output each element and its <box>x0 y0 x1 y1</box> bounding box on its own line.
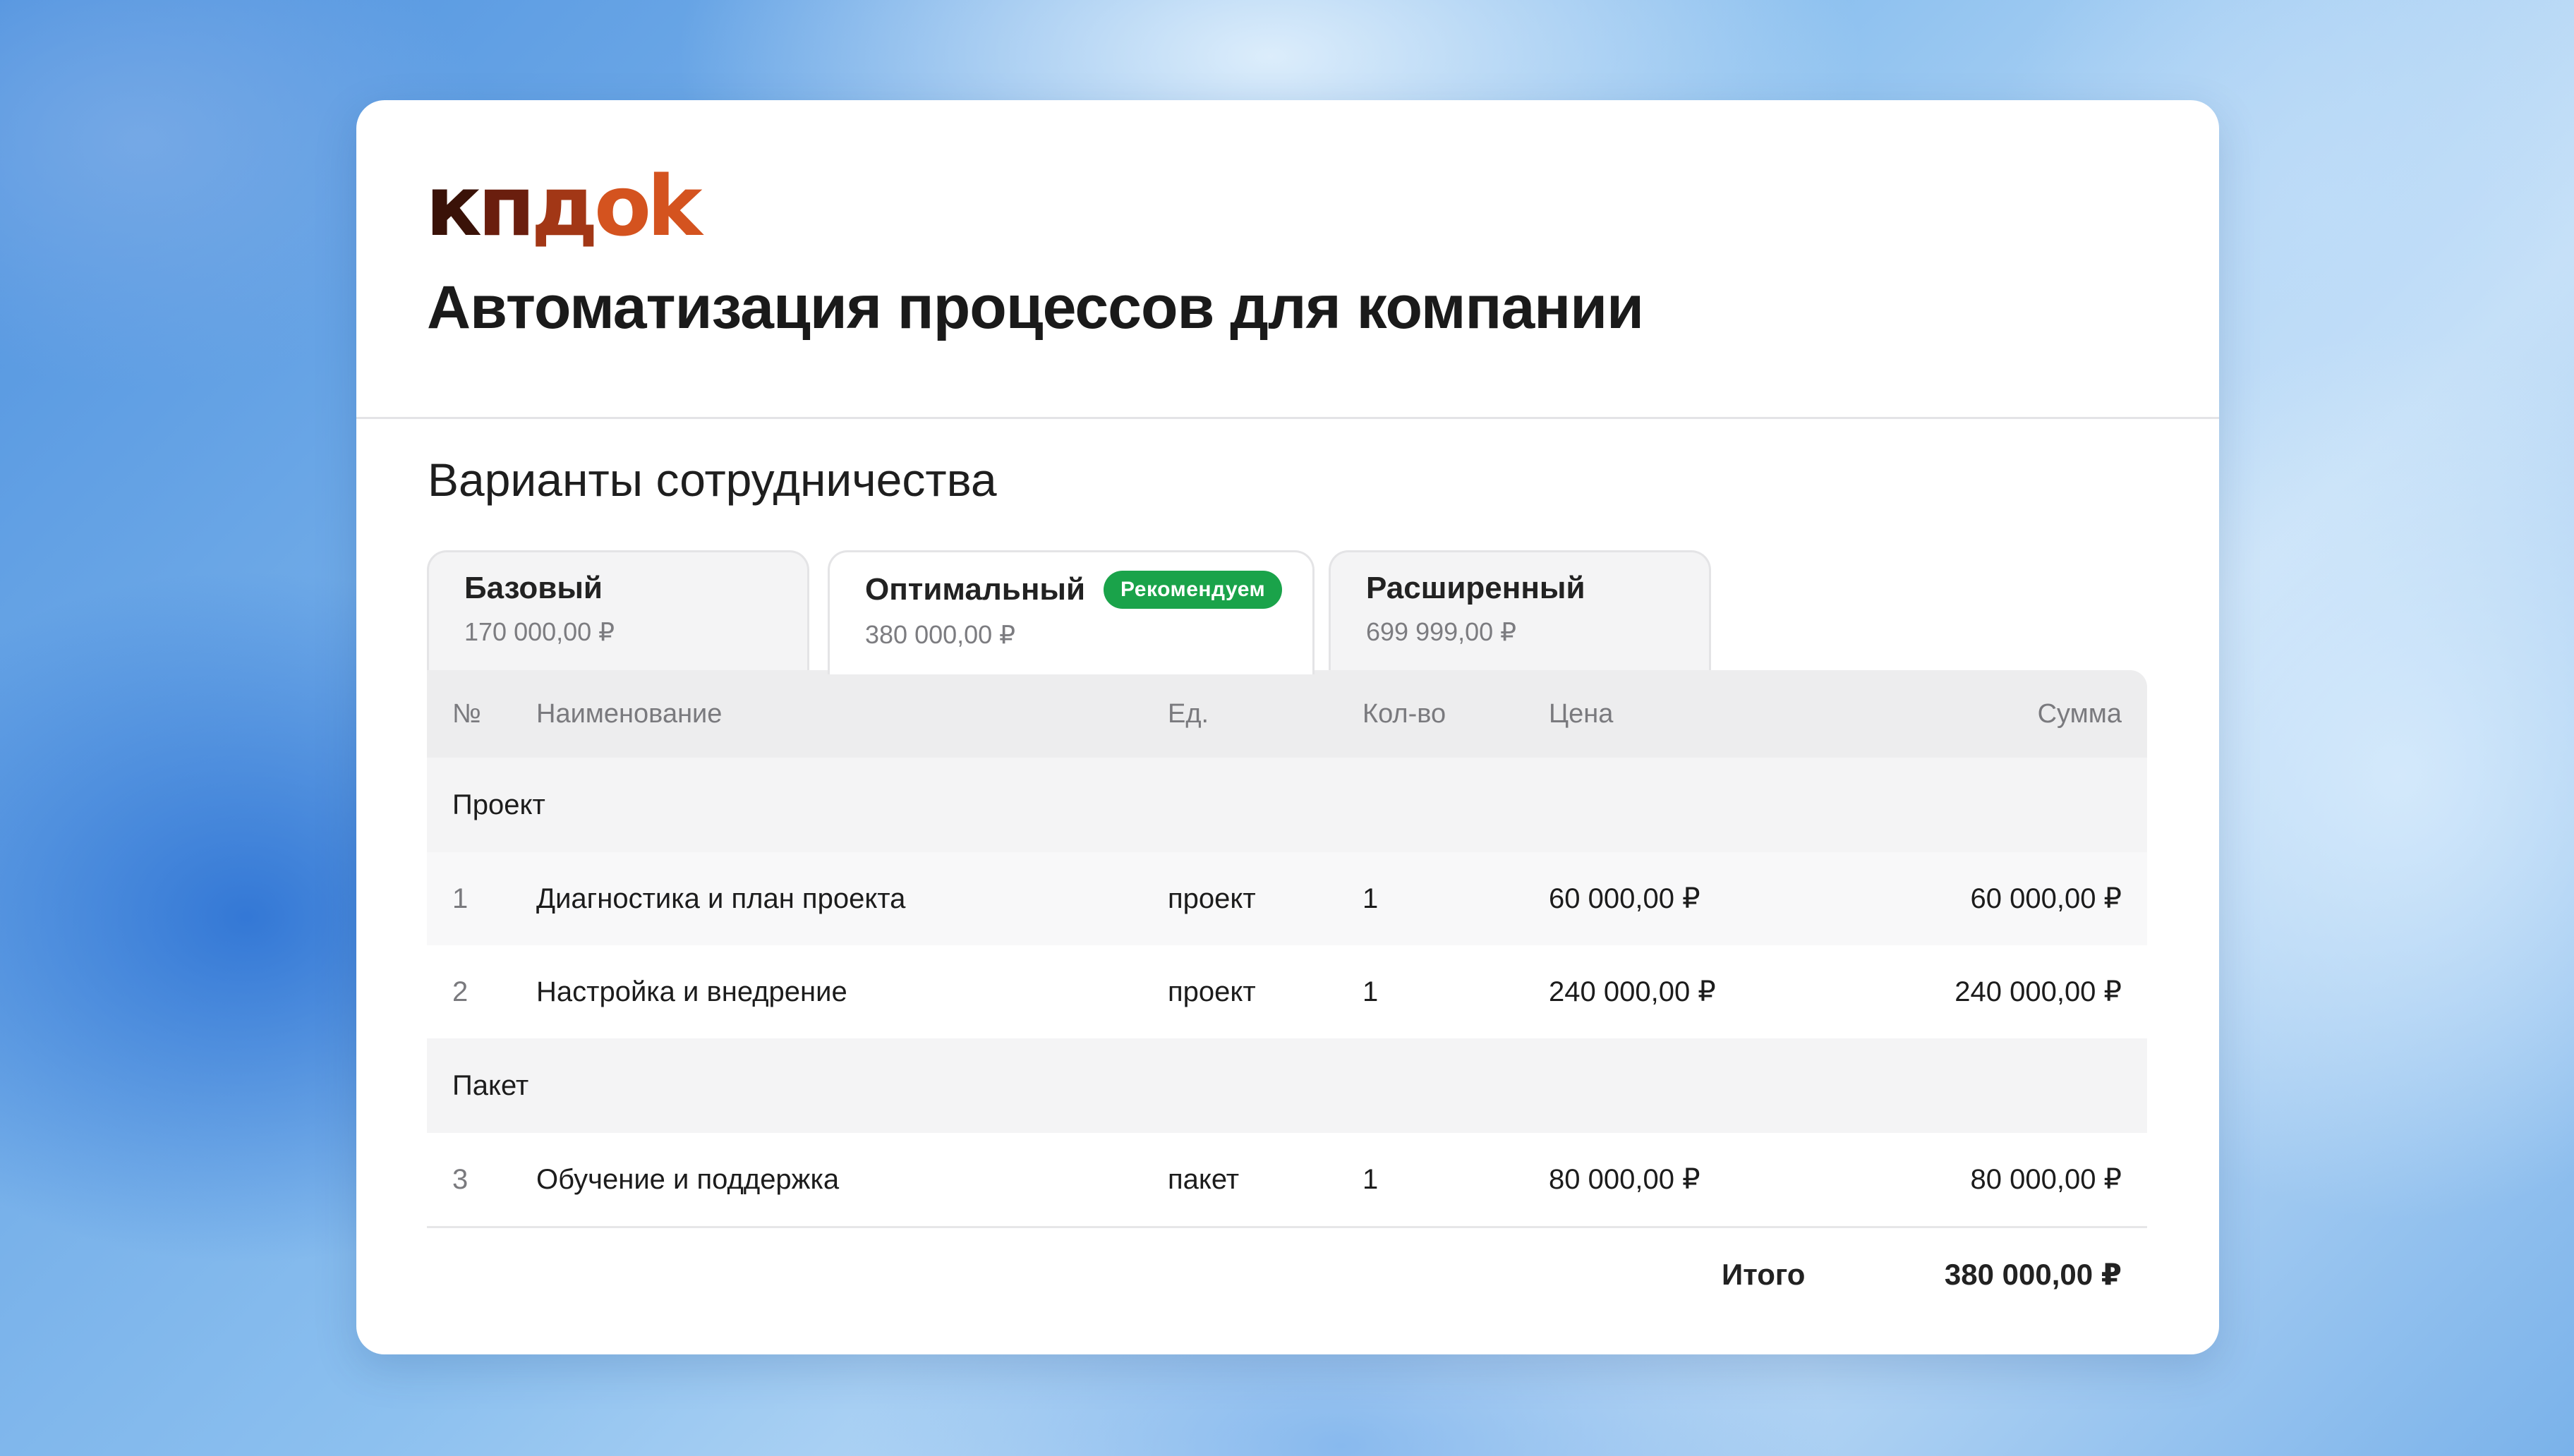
row-price: 60 000,00 ₽ <box>1549 883 1700 914</box>
tab-optimal-price: 380 000,00 ₽ <box>865 620 1016 649</box>
tab-optimal-header: Оптимальный Рекомендуем <box>865 571 1312 609</box>
header-no: № <box>452 699 481 729</box>
tab-extended[interactable]: Расширенный 699 999,00 ₽ <box>1329 550 1711 670</box>
row-number: 3 <box>452 1164 469 1195</box>
group-title: Пакет <box>452 1070 529 1101</box>
total-value: 380 000,00 ₽ <box>1944 1258 2122 1291</box>
row-name: Настройка и внедрение <box>536 976 847 1007</box>
header-qty: Кол-во <box>1362 699 1446 729</box>
table-row: 1 Диагностика и план проекта проект 1 60… <box>427 852 2147 945</box>
total-label: Итого <box>1722 1258 1806 1291</box>
total-row: Итого 380 000,00 ₽ <box>427 1228 2147 1321</box>
header-unit: Ед. <box>1168 699 1209 729</box>
tab-basic-name: Базовый <box>464 571 603 605</box>
table-row: 3 Обучение и поддержка пакет 1 80 000,00… <box>427 1133 2147 1228</box>
header-divider <box>356 417 2219 419</box>
tab-optimal[interactable]: Оптимальный Рекомендуем 380 000,00 ₽ <box>828 550 1315 674</box>
estimate-table: № Наименование Ед. Кол-во Цена Сумма Про… <box>427 670 2147 1321</box>
row-unit: проект <box>1168 883 1256 914</box>
row-qty: 1 <box>1362 883 1379 914</box>
row-qty: 1 <box>1362 1164 1379 1195</box>
row-unit: проект <box>1168 976 1256 1007</box>
group-row-package: Пакет <box>427 1038 2147 1133</box>
tab-basic[interactable]: Базовый 170 000,00 ₽ <box>427 550 809 670</box>
row-sum: 80 000,00 ₽ <box>1970 1164 2122 1195</box>
row-number: 1 <box>452 883 469 914</box>
group-row-project: Проект <box>427 758 2147 852</box>
table-row: 2 Настройка и внедрение проект 1 240 000… <box>427 945 2147 1038</box>
header-name: Наименование <box>536 699 723 729</box>
table-header-row: № Наименование Ед. Кол-во Цена Сумма <box>427 670 2147 758</box>
row-qty: 1 <box>1362 976 1379 1007</box>
tab-basic-price: 170 000,00 ₽ <box>464 617 615 646</box>
tab-optimal-name: Оптимальный <box>865 572 1086 607</box>
row-sum: 60 000,00 ₽ <box>1970 883 2122 914</box>
row-price: 240 000,00 ₽ <box>1549 976 1716 1007</box>
row-name: Диагностика и план проекта <box>536 883 906 914</box>
recommended-badge: Рекомендуем <box>1104 571 1283 609</box>
logo-wordmark: кпдоk <box>425 157 702 255</box>
group-title: Проект <box>452 789 545 820</box>
row-number: 2 <box>452 976 469 1007</box>
row-price: 80 000,00 ₽ <box>1549 1164 1700 1195</box>
proposal-card: кпдоk Автоматизация процессов для компан… <box>356 100 2219 1354</box>
page-title: Автоматизация процессов для компании <box>427 274 1644 341</box>
row-name: Обучение и поддержка <box>536 1164 840 1195</box>
brand-logo: кпдоk <box>425 157 702 255</box>
row-unit: пакет <box>1168 1164 1240 1195</box>
tab-extended-price: 699 999,00 ₽ <box>1366 617 1517 646</box>
tab-extended-name: Расширенный <box>1366 571 1585 605</box>
header-price: Цена <box>1549 699 1614 729</box>
section-title: Варианты сотрудничества <box>428 454 997 506</box>
header-sum: Сумма <box>2037 699 2122 729</box>
row-sum: 240 000,00 ₽ <box>1954 976 2122 1007</box>
